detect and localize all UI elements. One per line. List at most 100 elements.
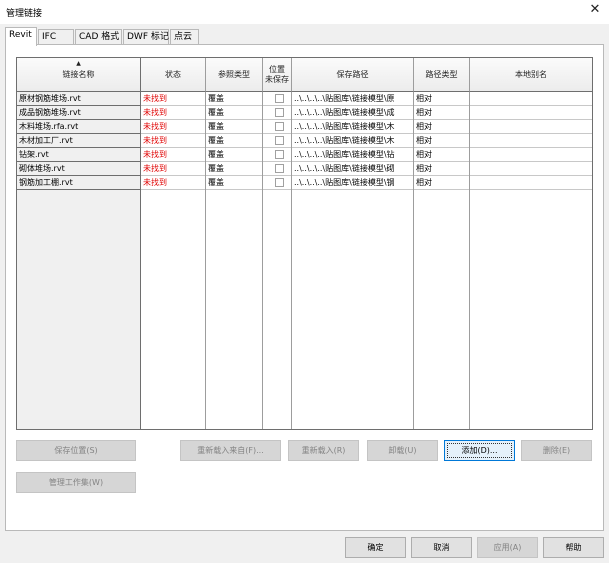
cell-local-alias — [470, 120, 592, 134]
cell-position-unsaved — [263, 120, 291, 134]
cell-path-type[interactable]: 相对 — [414, 134, 469, 148]
position-unsaved-checkbox[interactable] — [275, 108, 284, 117]
cell-ref-type[interactable]: 覆盖 — [206, 120, 262, 134]
column-header-position-unsaved[interactable]: 位置 未保存 — [263, 58, 292, 92]
cell-ref-type[interactable]: 覆盖 — [206, 162, 262, 176]
remove-button[interactable]: 删除(E) — [521, 440, 592, 461]
unload-button[interactable]: 卸载(U) — [367, 440, 438, 461]
cell-local-alias — [470, 134, 592, 148]
column-header-local-alias-label: 本地别名 — [515, 70, 547, 79]
cell-local-alias — [470, 106, 592, 120]
tab-revit[interactable]: Revit — [5, 27, 37, 46]
cell-path-type[interactable]: 相对 — [414, 106, 469, 120]
apply-button[interactable]: 应用(A) — [477, 537, 538, 558]
cell-link-name[interactable]: 钢筋加工棚.rvt — [17, 176, 140, 190]
cell-link-name[interactable]: 钻架.rvt — [17, 148, 140, 162]
cell-path-type[interactable]: 相对 — [414, 92, 469, 106]
cell-path-type[interactable]: 相对 — [414, 120, 469, 134]
table-row[interactable]: 钢筋加工棚.rvt 未找到 覆盖 ..\..\..\..\贴图库\链接模型\钢 … — [17, 176, 592, 190]
cell-status: 未找到 — [141, 176, 205, 190]
cell-path-type[interactable]: 相对 — [414, 162, 469, 176]
cell-link-name[interactable]: 成品钢筋堆场.rvt — [17, 106, 140, 120]
position-unsaved-checkbox[interactable] — [275, 94, 284, 103]
cell-ref-type[interactable]: 覆盖 — [206, 134, 262, 148]
cell-local-alias — [470, 92, 592, 106]
cell-status: 未找到 — [141, 120, 205, 134]
cell-local-alias — [470, 162, 592, 176]
table-row[interactable]: 原材钢筋堆场.rvt 未找到 覆盖 ..\..\..\..\贴图库\链接模型\原… — [17, 92, 592, 106]
column-header-position-line2: 未保存 — [265, 74, 289, 84]
column-header-local-alias[interactable]: 本地别名 — [470, 58, 592, 92]
cell-saved-path: ..\..\..\..\贴图库\链接模型\钻 — [292, 148, 413, 162]
column-header-name-label: 链接名称 — [62, 70, 95, 79]
cell-position-unsaved — [263, 106, 291, 120]
sort-arrow-icon: ▲ — [76, 60, 81, 67]
table-row[interactable]: 成品钢筋堆场.rvt 未找到 覆盖 ..\..\..\..\贴图库\链接模型\成… — [17, 106, 592, 120]
table-row[interactable]: 木材加工厂.rvt 未找到 覆盖 ..\..\..\..\贴图库\链接模型\木 … — [17, 134, 592, 148]
tab-ifc[interactable]: IFC — [38, 29, 74, 45]
cell-ref-type[interactable]: 覆盖 — [206, 148, 262, 162]
column-header-ref-type[interactable]: 参照类型 — [206, 58, 263, 92]
position-unsaved-checkbox[interactable] — [275, 122, 284, 131]
cell-position-unsaved — [263, 92, 291, 106]
cell-position-unsaved — [263, 148, 291, 162]
cell-status: 未找到 — [141, 162, 205, 176]
add-button[interactable]: 添加(D)... — [444, 440, 515, 461]
cell-position-unsaved — [263, 176, 291, 190]
add-button-label: 添加(D)... — [461, 446, 498, 455]
help-button[interactable]: 帮助 — [543, 537, 604, 558]
cell-saved-path: ..\..\..\..\贴图库\链接模型\木 — [292, 120, 413, 134]
window-title: 管理链接 — [6, 9, 43, 19]
ok-button[interactable]: 确定 — [345, 537, 406, 558]
cancel-button[interactable]: 取消 — [411, 537, 472, 558]
column-header-ref-type-label: 参照类型 — [218, 70, 250, 79]
cell-saved-path: ..\..\..\..\贴图库\链接模型\原 — [292, 92, 413, 106]
close-icon[interactable]: ✕ — [581, 0, 609, 22]
tab-cad-formats[interactable]: CAD 格式 — [75, 29, 122, 45]
cell-status: 未找到 — [141, 106, 205, 120]
position-unsaved-checkbox[interactable] — [275, 136, 284, 145]
cell-saved-path: ..\..\..\..\贴图库\链接模型\木 — [292, 134, 413, 148]
tab-dwf-markup[interactable]: DWF 标记 — [123, 29, 169, 45]
cell-saved-path: ..\..\..\..\贴图库\链接模型\成 — [292, 106, 413, 120]
table-row[interactable]: 钻架.rvt 未找到 覆盖 ..\..\..\..\贴图库\链接模型\钻 相对 — [17, 148, 592, 162]
column-header-status-label: 状态 — [165, 70, 181, 79]
table-row[interactable]: 木料堆场.rfa.rvt 未找到 覆盖 ..\..\..\..\贴图库\链接模型… — [17, 120, 592, 134]
cell-local-alias — [470, 176, 592, 190]
title-bar: 管理链接 ✕ — [0, 0, 609, 24]
manage-worksets-button[interactable]: 管理工作集(W) — [16, 472, 136, 493]
cell-status: 未找到 — [141, 92, 205, 106]
cell-ref-type[interactable]: 覆盖 — [206, 106, 262, 120]
cell-saved-path: ..\..\..\..\贴图库\链接模型\钢 — [292, 176, 413, 190]
cell-status: 未找到 — [141, 148, 205, 162]
cell-ref-type[interactable]: 覆盖 — [206, 92, 262, 106]
column-header-position-line1: 位置 — [269, 64, 285, 74]
save-position-button[interactable]: 保存位置(S) — [16, 440, 136, 461]
cell-position-unsaved — [263, 134, 291, 148]
cell-path-type[interactable]: 相对 — [414, 176, 469, 190]
cell-position-unsaved — [263, 162, 291, 176]
cell-path-type[interactable]: 相对 — [414, 148, 469, 162]
cell-link-name[interactable]: 木料堆场.rfa.rvt — [17, 120, 140, 134]
column-header-path-type-label: 路径类型 — [425, 70, 458, 79]
reload-from-button[interactable]: 重新载入来自(F)... — [180, 440, 281, 461]
cell-link-name[interactable]: 原材钢筋堆场.rvt — [17, 92, 140, 106]
tab-point-cloud[interactable]: 点云 — [170, 29, 199, 45]
column-header-saved-path-label: 保存路径 — [336, 70, 369, 79]
cell-ref-type[interactable]: 覆盖 — [206, 176, 262, 190]
column-header-name[interactable]: ▲ 链接名称 — [17, 58, 141, 92]
cell-link-name[interactable]: 木材加工厂.rvt — [17, 134, 140, 148]
cell-link-name[interactable]: 砌体堆场.rvt — [17, 162, 140, 176]
cell-status: 未找到 — [141, 134, 205, 148]
column-header-status[interactable]: 状态 — [141, 58, 206, 92]
cell-saved-path: ..\..\..\..\贴图库\链接模型\砌 — [292, 162, 413, 176]
links-table[interactable]: ▲ 链接名称 状态 参照类型 位置 未保存 保存路径 路径类型 本地别名 原材钢… — [16, 57, 593, 430]
position-unsaved-checkbox[interactable] — [275, 150, 284, 159]
position-unsaved-checkbox[interactable] — [275, 164, 284, 173]
column-header-path-type[interactable]: 路径类型 — [414, 58, 470, 92]
cell-local-alias — [470, 148, 592, 162]
column-header-saved-path[interactable]: 保存路径 — [292, 58, 414, 92]
position-unsaved-checkbox[interactable] — [275, 178, 284, 187]
table-row[interactable]: 砌体堆场.rvt 未找到 覆盖 ..\..\..\..\贴图库\链接模型\砌 相… — [17, 162, 592, 176]
reload-button[interactable]: 重新载入(R) — [288, 440, 359, 461]
